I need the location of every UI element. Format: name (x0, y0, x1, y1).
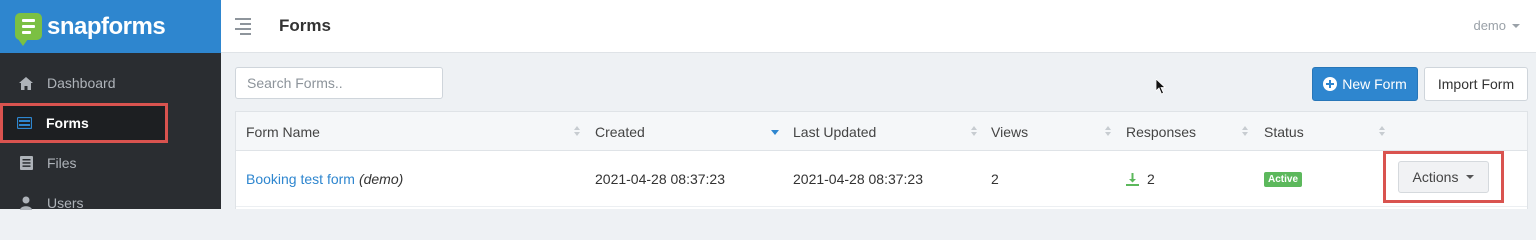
user-icon (18, 195, 34, 211)
sort-icon[interactable] (1105, 126, 1111, 137)
cell-form-name: Booking test form (demo) (246, 151, 403, 207)
cell-last-updated: 2021-04-28 08:37:23 (793, 171, 923, 187)
column-label: Last Updated (793, 123, 877, 140)
sidebar-item-dashboard[interactable]: Dashboard (0, 63, 221, 103)
form-name-suffix: (demo) (358, 171, 404, 187)
sidebar-item-label: Files (47, 155, 77, 171)
files-icon (18, 155, 34, 171)
cell-status: Active (1264, 151, 1303, 207)
home-icon (18, 75, 34, 91)
column-label: Views (991, 123, 1029, 140)
chevron-down-icon (1512, 23, 1520, 28)
forms-icon (16, 115, 32, 131)
status-badge: Active (1264, 171, 1303, 187)
menu-toggle-icon[interactable] (235, 17, 251, 35)
download-icon[interactable] (1126, 172, 1139, 186)
actions-highlight: Actions (1383, 151, 1504, 203)
forms-table: Form Name Created Last Updated Views Res… (235, 111, 1528, 209)
column-label: Created (595, 123, 645, 140)
sidebar-item-label: Dashboard (47, 75, 116, 91)
column-header-form-name[interactable]: Form Name (246, 112, 320, 151)
responses-count: 2 (1147, 171, 1155, 187)
actions-dropdown-button[interactable]: Actions (1398, 161, 1489, 193)
column-label: Form Name (246, 123, 320, 140)
chevron-down-icon (1466, 175, 1475, 179)
sidebar-item-files[interactable]: Files (0, 143, 221, 183)
sidebar: snapforms Dashboard Forms Files Users (0, 0, 221, 211)
sort-icon[interactable] (971, 126, 977, 137)
import-form-button[interactable]: Import Form (1424, 67, 1528, 101)
sidebar-item-users[interactable]: Users (0, 183, 221, 223)
top-bar: Forms demo (221, 0, 1536, 53)
user-menu[interactable]: demo (1473, 18, 1520, 33)
brand-name: snapforms (47, 12, 166, 40)
table-header: Form Name Created Last Updated Views Res… (236, 112, 1527, 151)
sort-descending-icon[interactable] (771, 130, 779, 135)
user-name: demo (1473, 18, 1506, 33)
page-title: Forms (279, 16, 331, 35)
column-header-created[interactable]: Created (595, 112, 645, 151)
sidebar-item-forms[interactable]: Forms (0, 103, 168, 143)
new-form-label: New Form (1342, 76, 1407, 92)
sidebar-item-label: Forms (46, 115, 89, 131)
actions-label: Actions (1412, 169, 1459, 185)
table-row: Booking test form (demo) 2021-04-28 08:3… (236, 151, 1527, 207)
column-header-last-updated[interactable]: Last Updated (793, 112, 876, 151)
import-form-label: Import Form (1437, 76, 1515, 92)
sort-icon[interactable] (1379, 126, 1385, 137)
column-header-responses[interactable]: Responses (1126, 112, 1196, 151)
sort-icon[interactable] (574, 126, 580, 137)
form-name-link[interactable]: Booking test form (246, 171, 355, 187)
mouse-cursor-icon (1156, 79, 1167, 95)
sort-icon[interactable] (1242, 126, 1248, 137)
column-header-status[interactable]: Status (1264, 112, 1304, 151)
column-label: Status (1264, 123, 1304, 140)
new-form-button[interactable]: New Form (1312, 67, 1418, 101)
column-label: Responses (1126, 123, 1197, 140)
brand[interactable]: snapforms (0, 0, 221, 53)
column-header-views[interactable]: Views (991, 112, 1028, 151)
search-input[interactable] (235, 67, 443, 99)
snapforms-logo-icon (15, 13, 42, 46)
plus-circle-icon (1323, 77, 1338, 91)
cell-views: 2 (991, 171, 999, 187)
sidebar-item-label: Users (47, 195, 84, 211)
cell-responses[interactable]: 2 (1126, 151, 1155, 207)
cell-created: 2021-04-28 08:37:23 (595, 171, 725, 187)
sidebar-nav: Dashboard Forms Files Users (0, 53, 221, 223)
